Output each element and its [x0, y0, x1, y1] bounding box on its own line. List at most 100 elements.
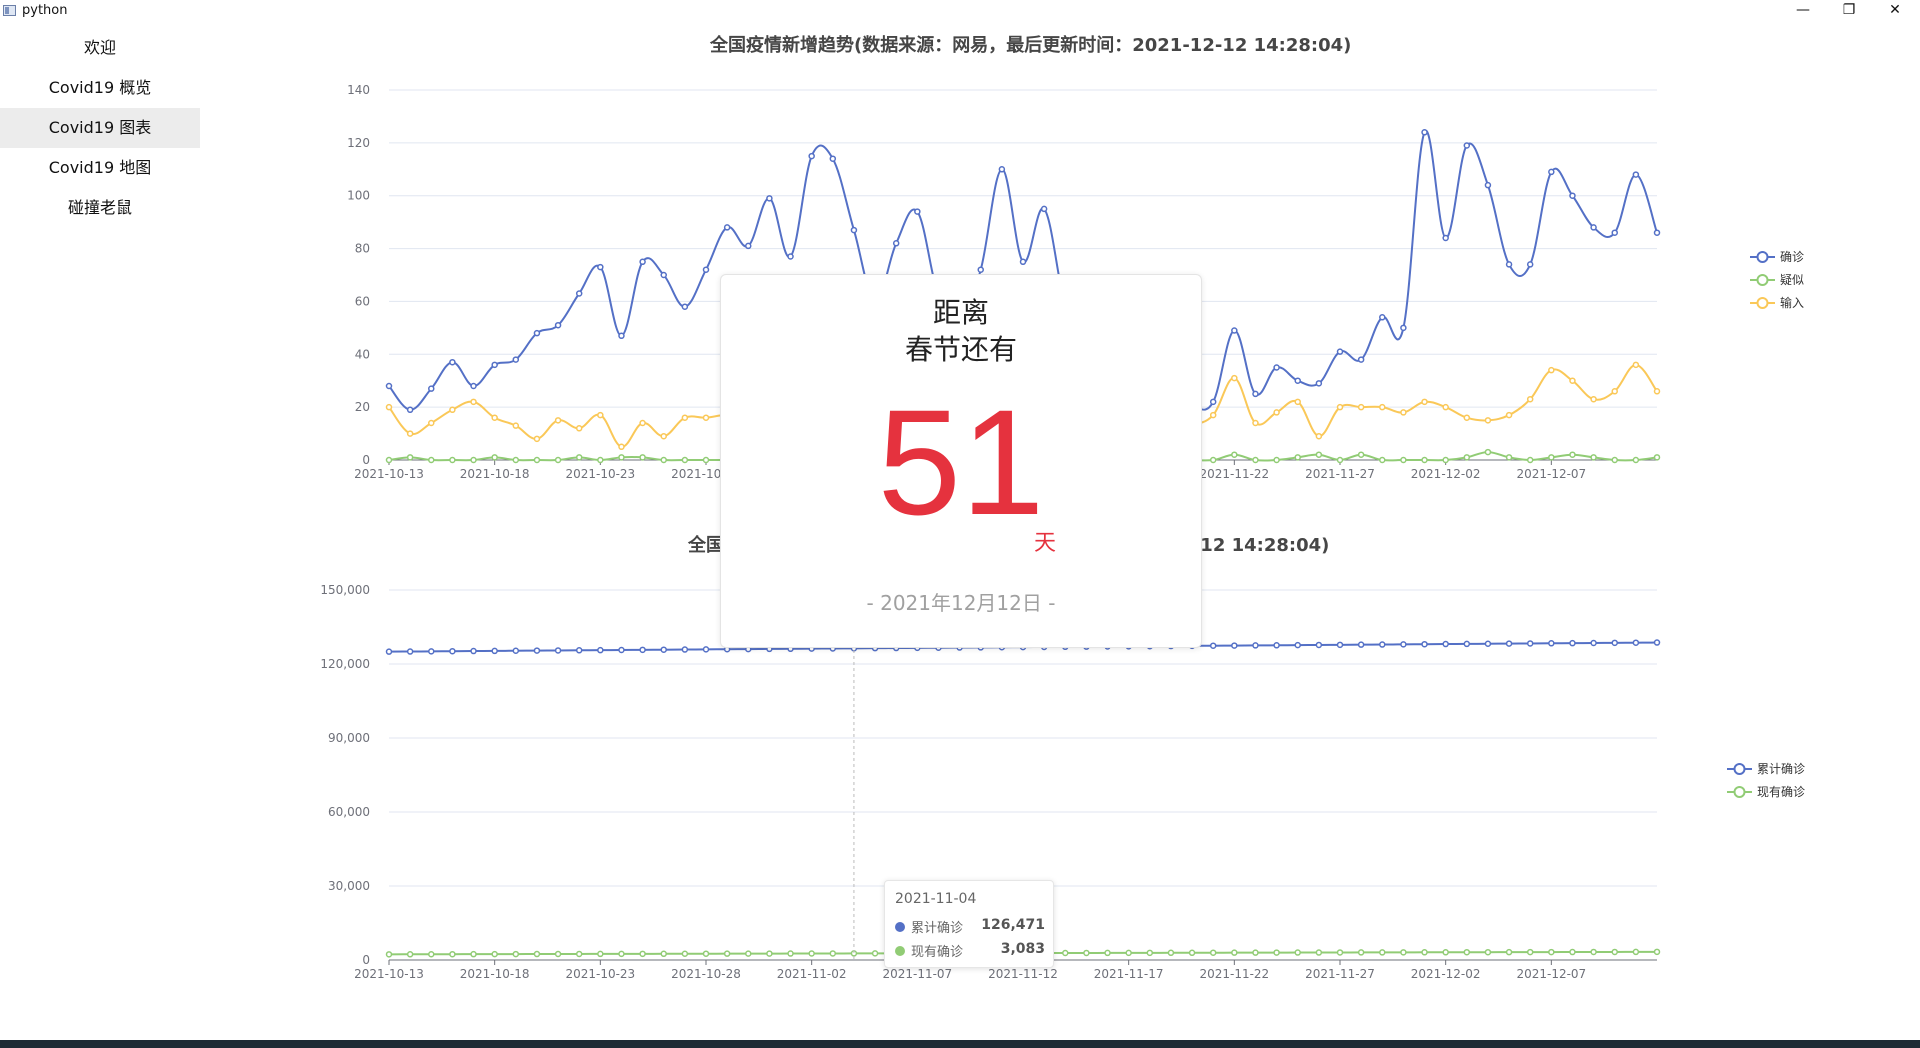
countdown-unit: 天 [1034, 531, 1057, 556]
legend-marker [1733, 786, 1746, 798]
data-point-confirmed [998, 166, 1006, 173]
tooltip-series-name: 现有确诊 [911, 945, 964, 960]
data-point-suspected [428, 456, 435, 464]
y-tick-label: 20 [355, 400, 370, 414]
data-point-imported [512, 422, 520, 429]
legend-label: 现有确诊 [1757, 785, 1805, 799]
data-point-current [723, 950, 731, 957]
x-tick-label: 2021-11-07 [882, 967, 952, 981]
data-point-confirmed [1273, 364, 1280, 371]
y-tick-label: 0 [362, 953, 370, 967]
data-point-current [1252, 949, 1259, 956]
data-point-suspected [1442, 456, 1449, 464]
data-point-cumulative [470, 647, 477, 655]
x-tick-label: 2021-11-12 [988, 967, 1058, 981]
tooltip-row: 累计确诊 126,471 [895, 917, 1045, 937]
data-point-confirmed [702, 266, 710, 273]
data-point-cumulative [1315, 641, 1323, 649]
data-point-confirmed [406, 406, 414, 414]
data-point-current [575, 950, 583, 958]
data-point-cumulative [1526, 640, 1534, 647]
data-point-confirmed [1379, 314, 1386, 321]
x-tick-label: 2021-10-23 [565, 467, 635, 481]
data-point-imported [428, 419, 435, 427]
data-point-cumulative [702, 646, 710, 653]
y-tick-label: 40 [355, 347, 370, 361]
data-point-confirmed [1611, 229, 1618, 236]
data-point-current [1294, 949, 1301, 956]
data-point-suspected [1505, 454, 1513, 461]
data-point-imported [1590, 395, 1597, 403]
data-point-confirmed [1357, 356, 1365, 363]
data-point-imported [385, 403, 393, 411]
data-point-imported [1336, 403, 1344, 411]
tooltip-series-value: 3,083 [1000, 941, 1045, 957]
y-tick-label: 90,000 [328, 731, 370, 745]
tooltip-series-value: 126,471 [981, 917, 1045, 933]
countdown-label-festival: 春节还有 [904, 333, 1017, 366]
y-tick-label: 150,000 [320, 583, 370, 597]
data-point-current [512, 950, 520, 958]
data-point-confirmed [1569, 192, 1576, 199]
data-point-confirmed [1252, 390, 1259, 398]
data-point-imported [1463, 414, 1471, 421]
y-tick-label: 140 [347, 83, 370, 97]
data-point-current [406, 951, 414, 958]
data-point-imported [1611, 388, 1618, 395]
data-point-confirmed [681, 303, 689, 310]
data-point-cumulative [385, 648, 393, 655]
data-point-confirmed [1040, 205, 1048, 213]
data-point-current [829, 950, 837, 957]
data-point-current [491, 950, 498, 958]
data-point-suspected [512, 456, 520, 464]
data-point-imported [1548, 366, 1555, 374]
data-point-confirmed [787, 253, 794, 260]
data-point-suspected [660, 456, 667, 464]
data-point-imported [1505, 411, 1513, 419]
x-tick-label: 2021-11-17 [1094, 967, 1164, 981]
countdown-label-distance: 距离 [932, 296, 989, 329]
data-point-confirmed [385, 382, 393, 390]
data-point-current [1209, 949, 1217, 956]
data-point-confirmed [1484, 181, 1492, 189]
data-point-suspected [1273, 456, 1280, 464]
data-point-current [1463, 948, 1471, 956]
data-point-suspected [1463, 454, 1471, 461]
data-point-imported [491, 414, 498, 421]
data-point-cumulative [1336, 641, 1344, 649]
data-point-confirmed [766, 195, 773, 202]
data-point-suspected [702, 456, 710, 464]
data-point-confirmed [1526, 261, 1534, 268]
data-point-cumulative [1252, 642, 1259, 649]
data-point-imported [554, 417, 562, 424]
legend-label: 确诊 [1780, 250, 1804, 264]
data-point-confirmed [1653, 229, 1661, 236]
legend-label: 输入 [1780, 295, 1804, 310]
data-point-confirmed [618, 332, 625, 340]
data-point-imported [449, 406, 456, 414]
tooltip-dot-cumulative [895, 922, 905, 932]
data-point-confirmed [533, 329, 541, 337]
data-point-current [554, 950, 562, 958]
legend-label: 疑似 [1780, 272, 1804, 287]
data-point-suspected [1357, 451, 1365, 458]
data-point-suspected [618, 454, 625, 461]
data-point-cumulative [660, 646, 667, 653]
data-point-imported [1484, 417, 1492, 424]
data-point-cumulative [597, 646, 604, 654]
data-point-cumulative [1569, 639, 1576, 647]
data-point-confirmed [723, 224, 731, 231]
data-point-current [1357, 949, 1365, 956]
data-point-confirmed [745, 242, 752, 250]
data-point-cumulative [512, 647, 520, 655]
data-point-cumulative [1209, 642, 1217, 649]
data-point-cumulative [1505, 640, 1513, 647]
data-point-suspected [1526, 456, 1534, 464]
data-point-current [470, 950, 477, 958]
data-point-cumulative [491, 647, 498, 655]
data-point-confirmed [1548, 168, 1555, 176]
y-tick-label: 60 [355, 294, 370, 308]
data-point-suspected [575, 454, 583, 461]
data-point-imported [1400, 409, 1407, 416]
data-point-current [808, 950, 815, 957]
